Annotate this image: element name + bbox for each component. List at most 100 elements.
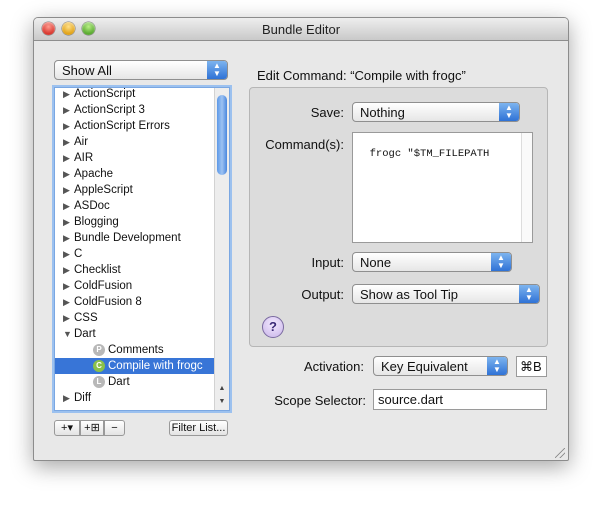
filter-popup[interactable]: Show All ▲ ▼ bbox=[54, 60, 228, 80]
popup-arrows-icon: ▲ ▼ bbox=[499, 103, 519, 121]
item-type-badge-icon: L bbox=[93, 376, 105, 388]
commands-label: Command(s): bbox=[265, 137, 344, 152]
bundle-list-item[interactable]: ▶ CSS bbox=[55, 310, 214, 326]
list-item-label: Apache bbox=[74, 168, 114, 180]
filter-list-button[interactable]: Filter List... bbox=[169, 420, 228, 436]
list-item-label: ASDoc bbox=[74, 200, 110, 212]
list-item-label: Compile with frogc bbox=[108, 360, 203, 372]
list-item-label: CSS bbox=[74, 312, 98, 324]
bundle-list-item[interactable]: ▶ ASDoc bbox=[55, 198, 214, 214]
list-item-label: ColdFusion 8 bbox=[74, 296, 142, 308]
disclosure-closed-icon[interactable]: ▶ bbox=[63, 246, 70, 262]
list-item-label: ActionScript bbox=[74, 88, 136, 100]
disclosure-closed-icon[interactable]: ▶ bbox=[63, 118, 70, 134]
list-item-label: AIR bbox=[74, 152, 94, 164]
add-group-button[interactable]: +⊞ bbox=[80, 420, 104, 436]
activation-label: Activation: bbox=[304, 359, 364, 374]
item-type-badge-icon: C bbox=[93, 360, 105, 372]
input-popup[interactable]: None ▲ ▼ bbox=[352, 252, 512, 272]
scope-selector-label: Scope Selector: bbox=[274, 393, 366, 408]
list-item-label: ActionScript 3 bbox=[74, 104, 145, 116]
scrollbar-thumb[interactable] bbox=[217, 95, 227, 175]
output-popup-value: Show as Tool Tip bbox=[360, 287, 459, 302]
list-item-label: Blogging bbox=[74, 216, 119, 228]
bundle-list-item[interactable]: ▶ ActionScript 3 bbox=[55, 102, 214, 118]
bundle-list-item[interactable]: ▶ Bundle Development bbox=[55, 230, 214, 246]
disclosure-closed-icon[interactable]: ▶ bbox=[63, 102, 70, 118]
list-item-label: ColdFusion bbox=[74, 280, 133, 292]
list-item-label: Checklist bbox=[74, 264, 121, 276]
edit-command-heading: Edit Command: “Compile with frogc” bbox=[257, 68, 466, 83]
bundle-list-item[interactable]: ▶ ActionScript bbox=[55, 88, 214, 102]
save-label: Save: bbox=[310, 105, 344, 120]
disclosure-closed-icon[interactable]: ▶ bbox=[63, 134, 70, 150]
output-popup[interactable]: Show as Tool Tip ▲ ▼ bbox=[352, 284, 540, 304]
command-text-area[interactable]: frogc "$TM_FILEPATH bbox=[352, 132, 533, 243]
bundle-list-item[interactable]: ▶ ActionScript Errors bbox=[55, 118, 214, 134]
activation-popup-value: Key Equivalent bbox=[381, 359, 468, 374]
bundle-list-item[interactable]: ▶ ColdFusion 8 bbox=[55, 294, 214, 310]
command-list-item[interactable]: C Compile with frogc bbox=[55, 358, 214, 374]
output-label: Output: bbox=[301, 287, 344, 302]
remove-item-button[interactable]: − bbox=[104, 420, 125, 436]
save-popup[interactable]: Nothing ▲ ▼ bbox=[352, 102, 520, 122]
scope-selector-field[interactable]: source.dart bbox=[373, 389, 547, 410]
list-item-label: Dart bbox=[74, 328, 96, 340]
bundle-list-item[interactable]: ▶ Diff bbox=[55, 390, 214, 406]
scroll-up-arrow-icon[interactable]: ▲ bbox=[215, 385, 229, 397]
input-popup-value: None bbox=[360, 255, 392, 270]
command-text-scrollbar[interactable] bbox=[521, 133, 532, 242]
disclosure-closed-icon[interactable]: ▶ bbox=[63, 182, 70, 198]
activation-popup[interactable]: Key Equivalent ▲ ▼ bbox=[373, 356, 508, 376]
scroll-down-arrow-icon[interactable]: ▼ bbox=[215, 398, 229, 410]
popup-arrows-icon: ▲ ▼ bbox=[207, 61, 227, 79]
save-popup-value: Nothing bbox=[360, 105, 405, 120]
bundle-list-scrollbar[interactable]: ▲ ▼ bbox=[214, 88, 229, 410]
disclosure-closed-icon[interactable]: ▶ bbox=[63, 198, 70, 214]
item-type-badge-icon: P bbox=[93, 344, 105, 356]
popup-arrows-icon: ▲ ▼ bbox=[491, 253, 511, 271]
window-title: Bundle Editor bbox=[261, 22, 341, 37]
bundle-list-item[interactable]: ▶ Checklist bbox=[55, 262, 214, 278]
disclosure-open-icon[interactable]: ▼ bbox=[63, 326, 72, 342]
bundle-list-item[interactable]: ▶ Blogging bbox=[55, 214, 214, 230]
disclosure-closed-icon[interactable]: ▶ bbox=[63, 88, 70, 102]
popup-arrows-icon: ▲ ▼ bbox=[487, 357, 507, 375]
disclosure-closed-icon[interactable]: ▶ bbox=[63, 310, 70, 326]
list-item-label: C bbox=[74, 248, 83, 260]
disclosure-closed-icon[interactable]: ▶ bbox=[63, 294, 70, 310]
add-item-button[interactable]: +▾ bbox=[54, 420, 80, 436]
bundle-list-item[interactable]: ▼ Dart bbox=[55, 326, 214, 342]
key-equivalent-field[interactable]: ⌘B bbox=[516, 356, 547, 377]
disclosure-closed-icon[interactable]: ▶ bbox=[63, 166, 70, 182]
list-item-label: Comments bbox=[108, 344, 164, 356]
disclosure-closed-icon[interactable]: ▶ bbox=[63, 150, 70, 166]
title-bar[interactable]: Bundle Editor bbox=[34, 18, 568, 41]
list-item-label: Dart bbox=[108, 376, 130, 388]
resize-grip-icon[interactable] bbox=[555, 448, 565, 458]
disclosure-closed-icon[interactable]: ▶ bbox=[63, 214, 70, 230]
bundle-list-item[interactable]: ▶ AppleScript bbox=[55, 182, 214, 198]
list-item-label: AppleScript bbox=[74, 184, 133, 196]
input-label: Input: bbox=[311, 255, 344, 270]
help-button[interactable]: ? bbox=[262, 316, 284, 338]
bundle-list-item[interactable]: ▶ Air bbox=[55, 134, 214, 150]
bundle-list-item[interactable]: ▶ ColdFusion bbox=[55, 278, 214, 294]
disclosure-closed-icon[interactable]: ▶ bbox=[63, 262, 70, 278]
disclosure-closed-icon[interactable]: ▶ bbox=[63, 390, 70, 406]
command-text: frogc "$TM_FILEPATH bbox=[369, 148, 490, 160]
list-item-label: Diff bbox=[74, 392, 92, 404]
bundle-list[interactable]: ▶ ActionScript ▶ ActionScript 3 ▶ ActionScrip… bbox=[54, 87, 230, 411]
filter-popup-value: Show All bbox=[62, 63, 112, 78]
list-item-label: Air bbox=[74, 136, 89, 148]
popup-arrows-icon: ▲ ▼ bbox=[519, 285, 539, 303]
list-item-label: ActionScript Errors bbox=[74, 120, 170, 132]
disclosure-closed-icon[interactable]: ▶ bbox=[63, 278, 70, 294]
bundle-list-item[interactable]: ▶ AIR bbox=[55, 150, 214, 166]
command-list-item[interactable]: L Dart bbox=[55, 374, 214, 390]
bundle-list-item[interactable]: ▶ C bbox=[55, 246, 214, 262]
disclosure-closed-icon[interactable]: ▶ bbox=[63, 230, 70, 246]
bundle-list-item[interactable]: ▶ Apache bbox=[55, 166, 214, 182]
command-list-item[interactable]: P Comments bbox=[55, 342, 214, 358]
list-item-label: Bundle Development bbox=[74, 232, 181, 244]
